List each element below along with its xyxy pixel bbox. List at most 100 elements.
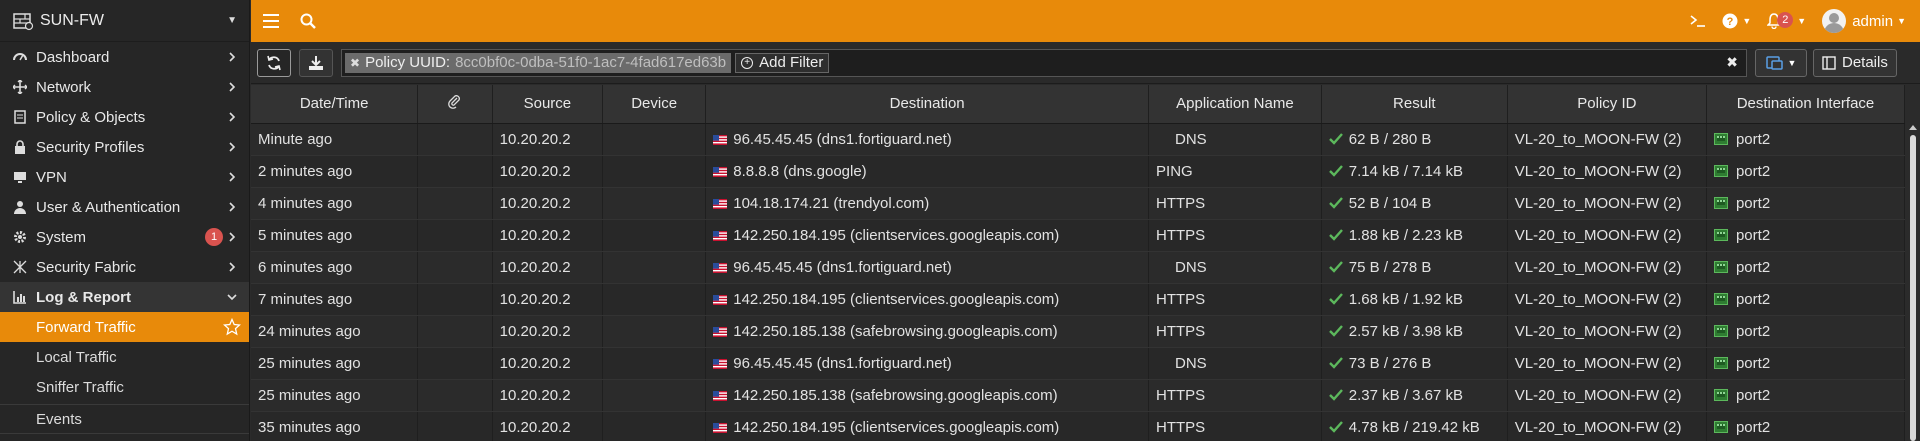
destination-text: 8.8.8.8 (dns.google) (733, 162, 867, 180)
notifications-menu[interactable]: 2 ▼ (1759, 0, 1814, 42)
port-interface-icon (1713, 132, 1728, 145)
sidebar-item-sniffer-traffic[interactable]: Sniffer Traffic (0, 372, 249, 402)
cell-datetime: 25 minutes ago (251, 379, 419, 412)
cell-device (602, 123, 707, 156)
result-text: 75 B / 278 B (1348, 258, 1432, 276)
top-bar: ? ▼ 2 ▼ admin ▼ (251, 0, 1920, 42)
filter-key: Policy UUID: (365, 54, 451, 71)
refresh-button[interactable] (257, 48, 291, 77)
details-button[interactable]: Details (1813, 48, 1897, 77)
sidebar-item-label: Security Profiles (36, 138, 145, 156)
table-row[interactable]: 24 minutes ago 10.20.20.2 142.250.185.138 … (251, 315, 1906, 348)
remove-filter-icon[interactable]: ✖ (350, 56, 360, 70)
download-icon (309, 55, 323, 70)
cell-result: 62 B / 280 B (1321, 123, 1508, 156)
column-header-result[interactable]: Result (1321, 85, 1508, 124)
cell-datetime: 7 minutes ago (251, 283, 419, 316)
cell-destination-interface: port2 (1706, 219, 1906, 252)
interface-text: port2 (1735, 194, 1771, 212)
cell-application: HTTPS (1148, 187, 1322, 220)
hamburger-menu-icon[interactable] (251, 0, 291, 42)
cell-result: 7.14 kB / 7.14 kB (1321, 155, 1508, 188)
result-text: 7.14 kB / 7.14 kB (1348, 162, 1464, 180)
sidebar-item-forward-traffic[interactable]: Forward Traffic (0, 312, 249, 342)
device-selector[interactable]: SUN-FW ▼ (0, 0, 249, 42)
log-source-dropdown[interactable]: ▼ (1755, 48, 1807, 77)
check-icon (1328, 260, 1343, 273)
help-menu[interactable]: ? ▼ (1714, 0, 1759, 42)
user-menu[interactable]: admin ▼ (1814, 0, 1920, 42)
chevron-right-icon (229, 202, 236, 212)
column-header-destination-interface[interactable]: Destination Interface (1706, 85, 1906, 124)
cell-attachment (417, 187, 493, 220)
sidebar-item-policy-objects[interactable]: Policy & Objects (0, 102, 249, 132)
table-row[interactable]: 6 minutes ago 10.20.20.2 96.45.45.45 (dns1… (251, 251, 1906, 284)
filter-chip[interactable]: ✖ Policy UUID: 8cc0bf0c-0dba-51f0-1ac7-4… (345, 52, 732, 73)
cell-policy-id: VL-20_to_MOON-FW (2) (1507, 379, 1707, 412)
cell-attachment (417, 251, 493, 284)
table-row[interactable]: 5 minutes ago 10.20.20.2 142.250.184.195 (… (251, 219, 1906, 252)
cell-application: HTTPS (1148, 379, 1322, 412)
check-icon (1328, 132, 1343, 145)
check-icon (1328, 164, 1343, 177)
table-row[interactable]: 7 minutes ago 10.20.20.2 142.250.184.195 (… (251, 283, 1906, 316)
sidebar-item-local-traffic[interactable]: Local Traffic (0, 342, 249, 372)
add-filter-button[interactable]: + Add Filter (735, 52, 830, 73)
cell-attachment (417, 123, 493, 156)
column-header-device[interactable]: Device (602, 85, 707, 124)
search-icon[interactable] (291, 0, 325, 42)
clear-filters-icon[interactable]: ✖ (1726, 54, 1738, 71)
column-header-attachment[interactable] (417, 85, 493, 124)
us-flag-icon (713, 358, 728, 369)
scroll-up-arrow-icon[interactable] (1909, 125, 1917, 130)
sidebar-item-network[interactable]: Network (0, 72, 249, 102)
network-icon (12, 79, 28, 95)
sidebar-item-user-authentication[interactable]: User & Authentication (0, 192, 249, 222)
star-icon[interactable] (223, 318, 241, 336)
cell-policy-id: VL-20_to_MOON-FW (2) (1507, 315, 1707, 348)
table-row[interactable]: 35 minutes ago 10.20.20.2 142.250.184.195 … (251, 411, 1906, 441)
details-label: Details (1842, 54, 1888, 71)
sidebar-item-label: System (36, 228, 87, 246)
cell-attachment (417, 315, 493, 348)
table-row[interactable]: 25 minutes ago 10.20.20.2 96.45.45.45 (dns… (251, 347, 1906, 380)
table-row[interactable]: Minute ago 10.20.20.2 96.45.45.45 (dns1.fo… (251, 123, 1906, 156)
column-header-policy-id[interactable]: Policy ID (1507, 85, 1707, 124)
filter-bar[interactable]: ✖ Policy UUID: 8cc0bf0c-0dba-51f0-1ac7-4… (341, 48, 1747, 77)
cell-device (602, 315, 707, 348)
interface-text: port2 (1735, 226, 1771, 244)
sidebar-item-log-report[interactable]: Log & Report (0, 282, 249, 312)
download-button[interactable] (299, 48, 333, 77)
lock-icon (12, 139, 28, 155)
cell-destination: 142.250.185.138 (safebrowsing.googleapis… (705, 379, 1150, 412)
cell-destination: 142.250.184.195 (clientservices.googleap… (705, 219, 1150, 252)
column-header-destination[interactable]: Destination (705, 85, 1150, 124)
us-flag-icon (713, 326, 728, 337)
port-interface-icon (1713, 164, 1728, 177)
cell-source: 10.20.20.2 (492, 411, 604, 441)
cell-policy-id: VL-20_to_MOON-FW (2) (1507, 411, 1707, 441)
sidebar-item-vpn[interactable]: VPN (0, 162, 249, 192)
sidebar-item-security-profiles[interactable]: Security Profiles (0, 132, 249, 162)
cell-application: DNS (1148, 123, 1322, 156)
column-header-source[interactable]: Source (492, 85, 604, 124)
database-icon (1765, 55, 1783, 70)
scrollbar-thumb[interactable] (1910, 135, 1916, 441)
column-header-application[interactable]: Application Name (1148, 85, 1322, 124)
sidebar-item-system[interactable]: System 1 (0, 222, 249, 252)
table-row[interactable]: 25 minutes ago 10.20.20.2 142.250.185.138 … (251, 379, 1906, 412)
cli-console-icon[interactable] (1682, 0, 1714, 42)
table-row[interactable]: 2 minutes ago 10.20.20.2 8.8.8.8 (dns.goog… (251, 155, 1906, 188)
cell-destination: 142.250.184.195 (clientservices.googleap… (705, 283, 1150, 316)
table-row[interactable]: 4 minutes ago 10.20.20.2 104.18.174.21 (tr… (251, 187, 1906, 220)
vertical-scrollbar[interactable] (1906, 123, 1920, 441)
sidebar-item-dashboard[interactable]: Dashboard (0, 42, 249, 72)
column-header-datetime[interactable]: Date/Time (251, 85, 419, 124)
gear-icon (12, 229, 28, 245)
sidebar-item-security-fabric[interactable]: Security Fabric (0, 252, 249, 282)
chevron-right-icon (229, 232, 236, 242)
cell-destination-interface: port2 (1706, 315, 1906, 348)
cell-attachment (417, 219, 493, 252)
cell-destination-interface: port2 (1706, 411, 1906, 441)
sidebar-item-events[interactable]: Events (0, 404, 249, 434)
